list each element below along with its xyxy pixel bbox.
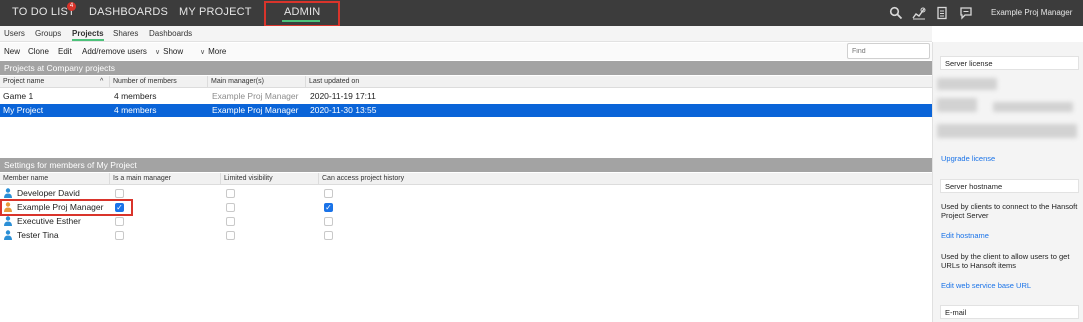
server-license-header: Server license — [940, 56, 1079, 70]
col-last-updated[interactable]: Last updated on — [306, 76, 932, 88]
col-is-main-manager[interactable]: Is a main manager — [110, 173, 221, 185]
project-updated: 2020-11-30 13:55 — [310, 105, 377, 115]
col-project-name[interactable]: Project name ^ — [0, 76, 110, 88]
table-row[interactable]: Game 1 4 members Example Proj Manager 20… — [0, 90, 932, 103]
members-grid-header: Member name Is a main manager Limited vi… — [0, 173, 932, 185]
main-manager-checkbox[interactable] — [115, 217, 124, 226]
redacted-license-info — [937, 98, 977, 112]
email-header: E-mail — [940, 305, 1079, 319]
tab-projects[interactable]: Projects — [72, 29, 104, 41]
redacted-license-info — [937, 78, 997, 90]
tab-shares[interactable]: Shares — [113, 29, 138, 38]
col-project-name-label: Project name — [3, 78, 45, 85]
project-members: 4 members — [114, 105, 157, 115]
web-service-description: Used by the client to allow users to get… — [941, 252, 1070, 270]
nav-admin[interactable]: ADMIN — [284, 0, 320, 26]
document-icon[interactable] — [935, 6, 949, 20]
limited-visibility-checkbox[interactable] — [226, 203, 235, 212]
server-hostname-header: Server hostname — [940, 179, 1079, 193]
show-label: Show — [163, 47, 184, 56]
nav-todo-list[interactable]: TO DO LIST — [12, 0, 75, 26]
col-number-of-members[interactable]: Number of members — [110, 76, 208, 88]
history-access-checkbox[interactable] — [324, 231, 333, 240]
history-access-checkbox[interactable] — [324, 189, 333, 198]
member-highlight-box — [0, 199, 133, 216]
upgrade-license-link[interactable]: Upgrade license — [941, 154, 995, 163]
find-input[interactable] — [847, 43, 930, 59]
nav-my-project[interactable]: MY PROJECT — [179, 0, 252, 26]
member-name: Tester Tina — [17, 230, 59, 240]
col-main-managers[interactable]: Main manager(s) — [208, 76, 306, 88]
edit-web-service-url-link[interactable]: Edit web service base URL — [941, 281, 1031, 290]
edit-hostname-link[interactable]: Edit hostname — [941, 231, 989, 240]
chat-icon[interactable] — [959, 6, 973, 20]
sort-asc-icon: ^ — [100, 78, 104, 85]
members-section-title: Settings for members of My Project — [0, 158, 932, 172]
table-row-selected[interactable]: My Project 4 members Example Proj Manage… — [0, 104, 932, 117]
project-name: My Project — [3, 105, 44, 115]
member-name: Executive Esther — [17, 216, 81, 226]
new-button[interactable]: New — [4, 47, 20, 56]
project-manager: Example Proj Manager — [212, 91, 299, 101]
redacted-license-info — [993, 102, 1073, 112]
main-manager-checkbox[interactable] — [115, 231, 124, 240]
projects-grid-header: Project name ^ Number of members Main ma… — [0, 76, 932, 88]
redacted-license-info — [937, 124, 1077, 138]
search-icon[interactable] — [889, 6, 903, 20]
tab-users[interactable]: Users — [4, 29, 25, 38]
hostname-description: Used by clients to connect to the Hansof… — [941, 202, 1078, 220]
limited-visibility-checkbox[interactable] — [226, 231, 235, 240]
col-member-name[interactable]: Member name — [0, 173, 110, 185]
chevron-down-icon: ∨ — [200, 49, 206, 56]
col-project-history[interactable]: Can access project history — [319, 173, 932, 185]
limited-visibility-checkbox[interactable] — [226, 189, 235, 198]
clone-button[interactable]: Clone — [28, 47, 49, 56]
admin-active-indicator — [282, 20, 320, 22]
server-settings-panel: Server license Upgrade license Server ho… — [932, 42, 1083, 322]
project-manager: Example Proj Manager — [212, 105, 299, 115]
history-access-checkbox[interactable] — [324, 217, 333, 226]
more-dropdown[interactable]: ∨ More — [200, 47, 226, 56]
user-icon — [4, 216, 12, 226]
current-user-name[interactable]: Example Proj Manager — [991, 0, 1072, 26]
edit-button[interactable]: Edit — [58, 47, 72, 56]
top-nav-bar: TO DO LIST 4 DASHBOARDS MY PROJECT ADMIN… — [0, 0, 1083, 27]
projects-section-title: Projects at Company projects — [0, 61, 932, 75]
project-name: Game 1 — [3, 91, 34, 101]
todo-count-badge: 4 — [67, 2, 76, 11]
member-row[interactable]: Example Proj Manager ✓ ✓ — [0, 200, 932, 214]
project-members: 4 members — [114, 91, 157, 101]
nav-dashboards[interactable]: DASHBOARDS — [89, 0, 168, 26]
main-manager-checkbox[interactable] — [115, 189, 124, 198]
show-dropdown[interactable]: ∨ Show — [155, 47, 183, 56]
limited-visibility-checkbox[interactable] — [226, 217, 235, 226]
admin-subtabs: Users Groups Projects Shares Dashboards — [0, 26, 932, 42]
member-row[interactable]: Executive Esther — [0, 214, 932, 228]
chevron-down-icon: ∨ — [155, 49, 161, 56]
user-icon — [4, 188, 12, 198]
col-limited-visibility[interactable]: Limited visibility — [221, 173, 319, 185]
tab-groups[interactable]: Groups — [35, 29, 61, 38]
project-toolbar: New Clone Edit Add/remove users ∨ Show ∨ M… — [0, 43, 932, 60]
member-row[interactable]: Developer David — [0, 186, 932, 200]
history-access-checkbox[interactable]: ✓ — [324, 203, 333, 212]
tab-dashboards[interactable]: Dashboards — [149, 29, 192, 38]
user-icon — [4, 230, 12, 240]
member-name: Developer David — [17, 188, 80, 198]
project-updated: 2020-11-19 17:11 — [310, 91, 376, 101]
chart-icon[interactable] — [912, 6, 926, 20]
add-remove-users-button[interactable]: Add/remove users — [82, 47, 147, 56]
member-row[interactable]: Tester Tina — [0, 228, 932, 242]
more-label: More — [208, 47, 227, 56]
